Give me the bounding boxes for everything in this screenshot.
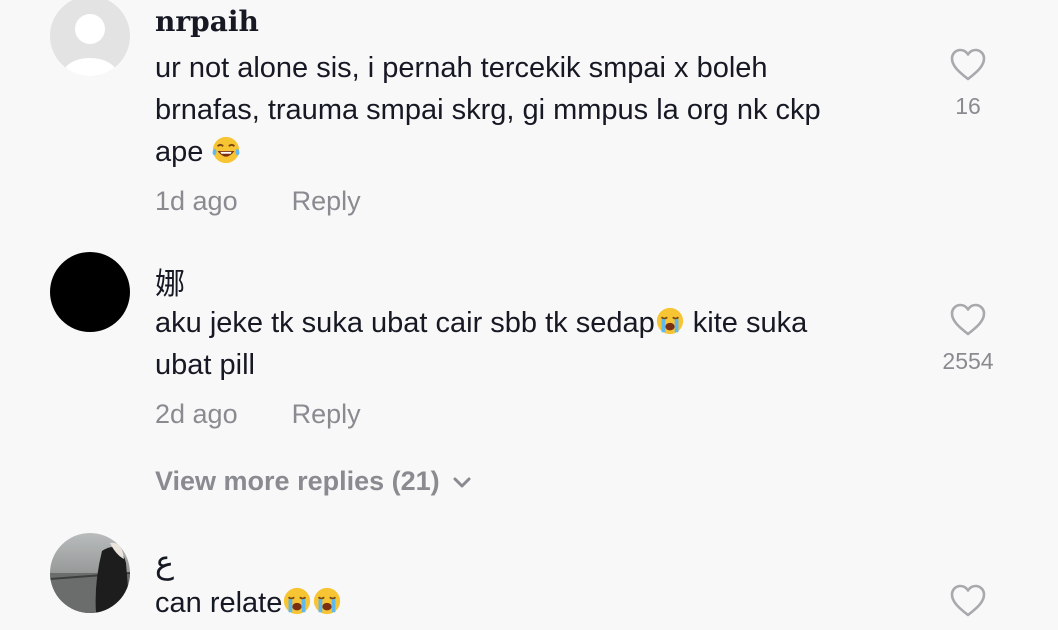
comment-time: 2d ago	[155, 399, 238, 429]
like-count: 16	[955, 93, 981, 119]
like-button[interactable]: 2554	[935, 302, 1001, 375]
heart-icon[interactable]	[949, 583, 987, 619]
comment-meta: 2d ago Reply	[155, 399, 361, 430]
view-more-replies-button[interactable]: View more replies (21)	[155, 466, 472, 497]
default-avatar-icon	[62, 14, 118, 76]
comment-text-line: can relate	[155, 582, 925, 624]
comment-username[interactable]: ع	[155, 543, 174, 581]
like-button[interactable]: 16	[935, 47, 1001, 120]
heart-icon[interactable]	[949, 302, 987, 338]
loudly-crying-face-icon	[656, 307, 683, 335]
comment-text-line: ur not alone sis, i pernah tercekik smpa…	[155, 52, 768, 84]
reply-button[interactable]: Reply	[292, 186, 361, 216]
comment-text-line: ubat pill	[155, 349, 255, 381]
comment-text: ur not alone sis, i pernah tercekik smpa…	[155, 47, 925, 173]
avatar[interactable]	[50, 0, 130, 76]
avatar[interactable]	[50, 533, 130, 613]
like-button[interactable]	[935, 583, 1001, 619]
profile-photo-icon	[50, 542, 130, 613]
view-more-replies-label: View more replies (21)	[155, 466, 440, 496]
loudly-crying-face-icon	[314, 587, 341, 615]
comment-username[interactable]: 娜	[155, 259, 185, 303]
chevron-down-icon	[453, 477, 471, 488]
comment-time: 1d ago	[155, 186, 238, 216]
comment-meta: 1d ago Reply	[155, 186, 361, 217]
heart-icon[interactable]	[949, 47, 987, 83]
avatar[interactable]	[50, 252, 130, 332]
comment-text-line: aku jeke tk suka ubat cair sbb tk sedap …	[155, 307, 808, 339]
face-with-tears-of-joy-icon	[213, 136, 240, 164]
comment-text-line: brnafas, trauma smpai skrg, gi mmpus la …	[155, 94, 821, 126]
like-count: 2554	[942, 348, 994, 374]
comment-text-line: ape	[155, 131, 925, 173]
loudly-crying-face-icon	[284, 587, 311, 615]
comment-text: aku jeke tk suka ubat cair sbb tk sedap …	[155, 302, 925, 386]
comment-text: can relate	[155, 582, 925, 624]
reply-button[interactable]: Reply	[292, 399, 361, 429]
comment-username[interactable]: nrpaih	[155, 5, 259, 38]
